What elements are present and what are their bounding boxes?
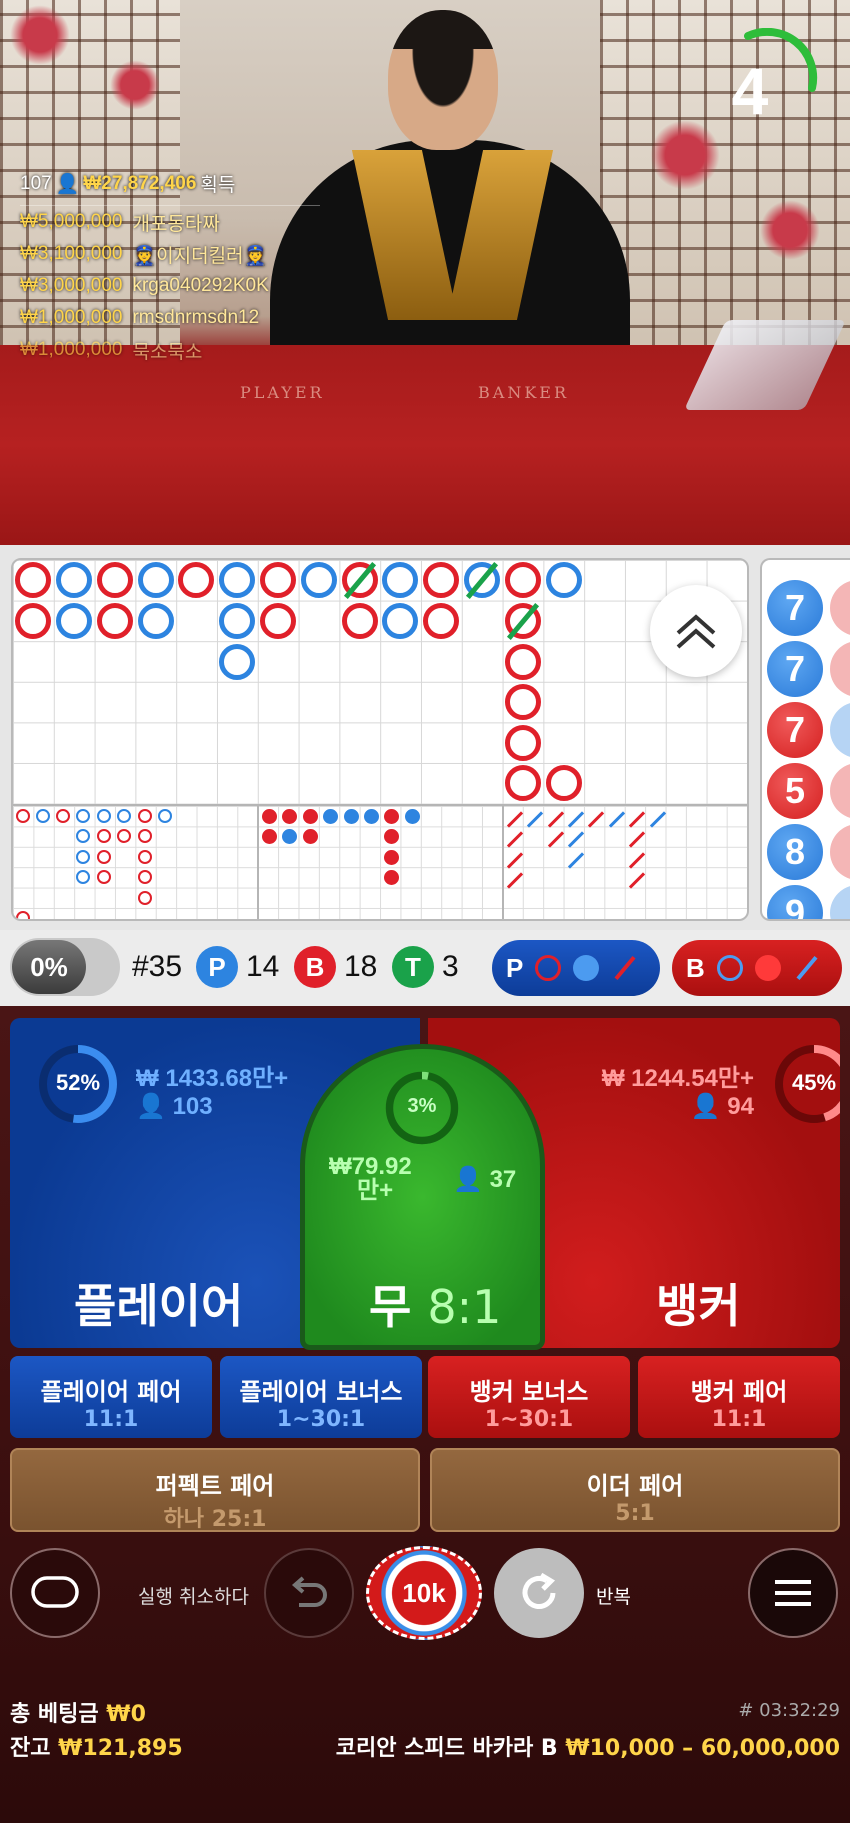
round-number: #35 [132,950,183,983]
chat-toggle-button[interactable] [10,1548,100,1638]
winners-list: 107 👤 ₩27,872,406 획득 ₩5,000,000 개포동타짜 ₩3,… [20,170,320,366]
banker-bonus-bet[interactable]: 뱅커 보너스 1~30:1 [428,1356,630,1438]
bead: 7 [767,641,823,697]
live-video: PLAYER BANKER 4 107 👤 ₩27,872,406 획득 ₩5,… [0,0,850,545]
bead: 9 [767,885,823,919]
player-predict-button[interactable]: P [492,940,660,996]
predict-dot-icon [573,955,600,981]
game-id: # 03:32:29 [738,1700,840,1721]
winner-row: ₩3,100,000 👮이지더킬러👮 [20,243,268,267]
predict-ring-icon [535,955,562,981]
predict-ring-icon [716,955,743,981]
user-icon: 👤 [136,1093,173,1120]
banker-bet-amount: ₩ 1244.54만+ [601,1065,754,1092]
player-title: 플레이어 [74,1279,244,1333]
banker-bettor-count: 👤 94 [690,1093,754,1120]
tie-title: 무 8:1 [369,1280,502,1334]
bead: 5 [767,763,823,819]
bead: 7 [767,702,823,758]
winner-row: ₩3,000,000 krga040292K0K [20,275,269,296]
banker-pair-bet[interactable]: 뱅커 페어 11:1 [638,1356,840,1438]
baccarat-app: PLAYER BANKER 4 107 👤 ₩27,872,406 획득 ₩5,… [0,0,850,1823]
player-bettor-count: 👤 103 [136,1093,213,1120]
menu-button[interactable] [748,1548,838,1638]
player-bonus-bet[interactable]: 플레이어 보너스 1~30:1 [220,1356,422,1438]
table-word-player: PLAYER [240,383,325,402]
hamburger-menu-icon [775,1580,811,1606]
repeat-button[interactable] [494,1548,584,1638]
countdown-number: 4 [731,54,769,128]
undo-label: 실행 취소하다 [138,1586,249,1608]
total-bet: 총 베팅금 ₩0 [10,1702,146,1727]
winner-row: ₩1,000,000 rmsdnrmsdn12 [20,307,260,328]
stats-bar: 0% #35 P 14 B 18 T 3 P B [0,930,850,1006]
scoreboard: 7 7 7 5 8 9 [0,545,850,930]
repeat-icon [522,1572,556,1609]
dealer-head [388,10,498,150]
user-icon: 👤 [55,173,80,195]
table-info: 코리안 스피드 바카라 B ₩10,000 – 60,000,000 [335,1736,840,1761]
chip-value: 10k [402,1577,446,1608]
player-count: 14 [246,950,280,983]
player-bet-amount: ₩ 1433.68만+ [136,1065,289,1092]
winners-header: 107 👤 ₩27,872,406 획득 [20,170,320,206]
winner-row: ₩5,000,000 개포동타짜 [20,211,220,235]
dealer-body [270,140,630,370]
tie-bet-amount: ₩79.92 만+ [329,1153,412,1204]
balance: 잔고 ₩121,895 [10,1736,183,1761]
player-percent: 52% [55,1070,101,1095]
predict-dot-icon [754,955,781,981]
tie-bettor-count: 👤 37 [453,1166,517,1193]
tie-count-icon: T [392,946,434,988]
bead-road: 7 7 7 5 8 9 [760,558,850,921]
user-icon: 👤 [453,1166,490,1193]
bead: 7 [767,580,823,636]
tie-percent: 3% [407,1095,437,1117]
bead: 8 [767,824,823,880]
repeat-label: 반복 [596,1586,631,1608]
banker-predict-button[interactable]: B [672,940,842,996]
banker-title: 뱅커 [656,1279,741,1333]
user-icon: 👤 [690,1093,728,1120]
collapse-roads-button[interactable] [650,585,742,677]
table-word-banker: BANKER [478,383,569,402]
chip-selector[interactable]: 10k [366,1546,482,1640]
undo-button[interactable] [264,1548,354,1638]
progress-percent: 0% [12,940,86,994]
perfect-pair-bet[interactable]: 퍼펙트 페어 하나 25:1 [10,1448,420,1532]
chat-bubble-icon [31,1576,79,1608]
tie-count: 3 [442,950,459,983]
banker-count-icon: B [294,946,336,988]
big-road [11,558,749,921]
player-pair-bet[interactable]: 플레이어 페어 11:1 [10,1356,212,1438]
betting-area: 52% ₩ 1433.68만+ 👤 103 플레이어 45% ₩ 1244.54… [0,1006,850,1823]
either-pair-bet[interactable]: 이더 페어 5:1 [430,1448,840,1532]
predict-slash-icon [614,955,636,981]
player-count-icon: P [196,946,238,988]
double-chevron-up-icon [676,614,716,649]
tie-bet-spot[interactable]: 3% ₩79.92 만+ 👤 37 무 8:1 [300,1044,545,1350]
predict-slash-icon [796,955,818,981]
undo-icon [291,1576,327,1607]
winner-row: ₩1,000,000 묵소묵소 [20,339,203,363]
banker-percent: 45% [791,1070,837,1095]
banker-count: 18 [344,950,378,983]
